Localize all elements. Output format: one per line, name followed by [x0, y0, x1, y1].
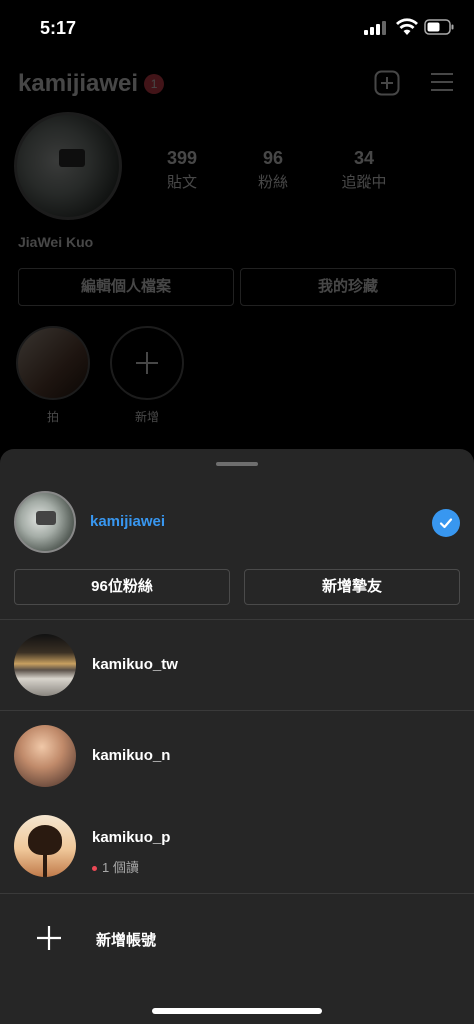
divider: [0, 893, 474, 894]
current-account-avatar: [14, 491, 76, 553]
account-name: kamikuo_n: [92, 747, 171, 764]
signal-icon: [364, 21, 386, 35]
stat-following[interactable]: 34 追蹤中: [324, 148, 404, 192]
unread-indicator: 1 個讀: [92, 857, 139, 876]
current-account-name: kamijiawei: [90, 513, 166, 530]
current-account-row[interactable]: kamijiawei: [0, 491, 474, 557]
profile-full-name: JiaWei Kuo: [18, 234, 94, 250]
wifi-icon: [396, 18, 418, 35]
account-row-kamikuo-n[interactable]: kamikuo_n: [0, 711, 474, 801]
menu-icon[interactable]: [430, 70, 454, 94]
stat-posts[interactable]: 399 貼文: [142, 148, 222, 192]
battery-icon: [424, 19, 454, 35]
followers-button[interactable]: 96位粉絲: [14, 569, 230, 605]
profile-username-row[interactable]: kamijiawei 1: [18, 70, 165, 98]
new-highlight-button[interactable]: 新增: [110, 326, 184, 425]
new-post-icon[interactable]: [374, 70, 400, 96]
profile-avatar[interactable]: [14, 112, 122, 220]
unread-text: 1 個讀: [102, 860, 139, 875]
unread-dot-icon: [92, 866, 97, 872]
highlight-cover: [16, 326, 90, 400]
edit-profile-button[interactable]: 編輯個人檔案: [18, 268, 234, 306]
account-avatar: [14, 815, 76, 877]
saved-button[interactable]: 我的珍藏: [240, 268, 456, 306]
profile-background: kamijiawei 1 399 貼文 96 粉絲 34 追蹤中 JiaWei …: [0, 50, 474, 450]
account-avatar: [14, 634, 76, 696]
profile-username[interactable]: kamijiawei: [18, 70, 138, 98]
account-row-kamikuo-tw[interactable]: kamikuo_tw: [0, 620, 474, 710]
account-row-kamikuo-p[interactable]: kamikuo_p 1 個讀: [0, 801, 474, 891]
status-time: 5:17: [40, 18, 77, 38]
plus-icon: [37, 926, 61, 950]
account-avatar: [14, 725, 76, 787]
highlight-add: [110, 326, 184, 400]
account-name: kamikuo_tw: [92, 656, 178, 673]
home-indicator[interactable]: [152, 1008, 322, 1014]
add-close-friends-button[interactable]: 新增摯友: [244, 569, 460, 605]
add-account-row[interactable]: 新增帳號: [0, 895, 474, 985]
selected-check-icon: [432, 509, 460, 537]
status-bar: 5:17: [0, 0, 474, 50]
account-name: kamikuo_p: [92, 829, 171, 846]
highlight-item[interactable]: 拍: [16, 326, 90, 425]
add-account-label: 新增帳號: [96, 932, 157, 949]
stat-followers[interactable]: 96 粉絲: [233, 148, 313, 192]
notification-badge: 1: [144, 74, 165, 94]
account-switcher-sheet: kamijiawei 96位粉絲 新增摯友 kamikuo_tw kamikuo…: [0, 449, 474, 1024]
plus-icon: [136, 352, 158, 374]
sheet-grabber[interactable]: [216, 462, 258, 466]
